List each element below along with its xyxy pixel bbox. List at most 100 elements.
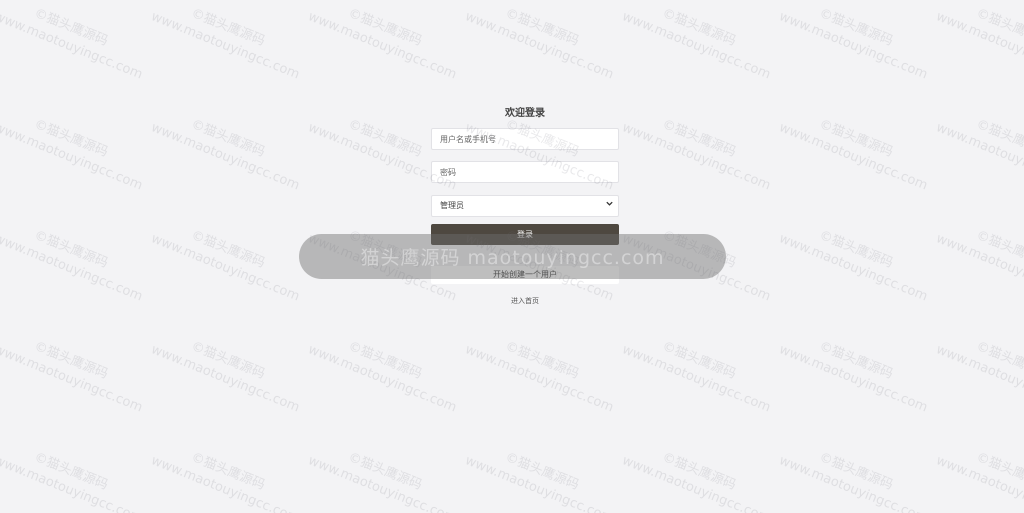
watermark-tile-line: ©猫头鹰源码	[817, 449, 895, 494]
watermark-tile-line: ©猫头鹰源码	[189, 338, 267, 383]
watermark-tile-line: ©猫头鹰源码	[660, 116, 738, 161]
page-title: 欢迎登录	[505, 108, 545, 119]
watermark-tile-line: www.maotouyingcc.com	[0, 120, 145, 194]
login-form: 欢迎登录 管理员 登录 开始创建一个用户 进入首页	[431, 100, 619, 305]
watermark-tile: ©猫头鹰源码www.maotouyingcc.com	[620, 338, 780, 417]
watermark-tile: ©猫头鹰源码www.maotouyingcc.com	[463, 449, 623, 513]
watermark-tile: ©猫头鹰源码www.maotouyingcc.com	[620, 116, 780, 195]
watermark-tile-line: www.maotouyingcc.com	[933, 231, 1024, 305]
watermark-tile: ©猫头鹰源码www.maotouyingcc.com	[149, 5, 309, 84]
watermark-tile-line: www.maotouyingcc.com	[0, 9, 145, 83]
watermark-tile-line: ©猫头鹰源码	[346, 5, 424, 50]
watermark-tile-line: www.maotouyingcc.com	[148, 342, 302, 416]
watermark-tile: ©猫头鹰源码www.maotouyingcc.com	[463, 5, 623, 84]
watermark-tile-line: www.maotouyingcc.com	[776, 453, 930, 513]
watermark-tile-line: ©猫头鹰源码	[660, 338, 738, 383]
watermark-tile: ©猫头鹰源码www.maotouyingcc.com	[463, 338, 623, 417]
watermark-tile: ©猫头鹰源码www.maotouyingcc.com	[934, 338, 1024, 417]
register-link[interactable]: 开始创建一个用户	[431, 266, 619, 284]
watermark-tile-line: www.maotouyingcc.com	[305, 342, 459, 416]
watermark-tile: ©猫头鹰源码www.maotouyingcc.com	[777, 116, 937, 195]
watermark-tile-line: ©猫头鹰源码	[32, 5, 110, 50]
watermark-tile: ©猫头鹰源码www.maotouyingcc.com	[777, 449, 937, 513]
watermark-tile-line: ©猫头鹰源码	[817, 338, 895, 383]
watermark-tile: ©猫头鹰源码www.maotouyingcc.com	[149, 227, 309, 306]
watermark-tile-line: www.maotouyingcc.com	[619, 120, 773, 194]
watermark-tile-line: ©猫头鹰源码	[974, 338, 1024, 383]
watermark-tile: ©猫头鹰源码www.maotouyingcc.com	[934, 449, 1024, 513]
watermark-tile: ©猫头鹰源码www.maotouyingcc.com	[0, 227, 152, 306]
watermark-tile-line: ©猫头鹰源码	[189, 227, 267, 272]
watermark-tile-line: ©猫头鹰源码	[817, 227, 895, 272]
watermark-tile: ©猫头鹰源码www.maotouyingcc.com	[0, 338, 152, 417]
watermark-tile: ©猫头鹰源码www.maotouyingcc.com	[149, 338, 309, 417]
watermark-tile-line: ©猫头鹰源码	[660, 5, 738, 50]
watermark-tile-line: ©猫头鹰源码	[32, 116, 110, 161]
watermark-tile: ©猫头鹰源码www.maotouyingcc.com	[149, 116, 309, 195]
watermark-tile-line: ©猫头鹰源码	[974, 227, 1024, 272]
watermark-tile-line: www.maotouyingcc.com	[776, 120, 930, 194]
watermark-tile: ©猫头鹰源码www.maotouyingcc.com	[620, 227, 780, 306]
watermark-tile-line: www.maotouyingcc.com	[0, 231, 145, 305]
watermark-tile: ©猫头鹰源码www.maotouyingcc.com	[777, 5, 937, 84]
watermark-tile-line: ©猫头鹰源码	[189, 116, 267, 161]
watermark-tile: ©猫头鹰源码www.maotouyingcc.com	[0, 449, 152, 513]
watermark-pattern: ©猫头鹰源码 www.maotouyingcc.com ©猫头鹰源码 www.maot…	[0, 0, 1024, 513]
watermark-tile-line: www.maotouyingcc.com	[933, 342, 1024, 416]
watermark-tile-line: www.maotouyingcc.com	[619, 453, 773, 513]
watermark-tile-line: www.maotouyingcc.com	[776, 231, 930, 305]
watermark-tile: ©猫头鹰源码www.maotouyingcc.com	[620, 5, 780, 84]
watermark-tile: ©猫头鹰源码www.maotouyingcc.com	[934, 5, 1024, 84]
watermark-tile-line: www.maotouyingcc.com	[0, 342, 145, 416]
watermark-tile-line: www.maotouyingcc.com	[776, 342, 930, 416]
watermark-tile: ©猫头鹰源码www.maotouyingcc.com	[306, 338, 466, 417]
watermark-tile-line: ©猫头鹰源码	[974, 5, 1024, 50]
watermark-tile-line: www.maotouyingcc.com	[933, 9, 1024, 83]
watermark-tile: ©猫头鹰源码www.maotouyingcc.com	[777, 338, 937, 417]
watermark-tile-line: www.maotouyingcc.com	[462, 453, 616, 513]
watermark-tile-line: ©猫头鹰源码	[189, 5, 267, 50]
watermark-tile-line: www.maotouyingcc.com	[619, 231, 773, 305]
watermark-tile-line: ©猫头鹰源码	[660, 449, 738, 494]
watermark-tile-line: ©猫头鹰源码	[346, 449, 424, 494]
watermark-tile-line: ©猫头鹰源码	[503, 449, 581, 494]
watermark-tile-line: www.maotouyingcc.com	[619, 342, 773, 416]
home-link[interactable]: 进入首页	[431, 296, 619, 306]
watermark-tile-line: www.maotouyingcc.com	[619, 9, 773, 83]
watermark-tile-line: www.maotouyingcc.com	[305, 9, 459, 83]
watermark-tile-line: www.maotouyingcc.com	[148, 9, 302, 83]
watermark-tile: ©猫头鹰源码www.maotouyingcc.com	[0, 5, 152, 84]
watermark-tile: ©猫头鹰源码www.maotouyingcc.com	[306, 449, 466, 513]
watermark-tile-line: www.maotouyingcc.com	[148, 453, 302, 513]
watermark-tile: ©猫头鹰源码www.maotouyingcc.com	[934, 227, 1024, 306]
login-button[interactable]: 登录	[431, 224, 619, 245]
watermark-tile: ©猫头鹰源码www.maotouyingcc.com	[620, 449, 780, 513]
watermark-tile: ©猫头鹰源码www.maotouyingcc.com	[777, 227, 937, 306]
watermark-tile-line: www.maotouyingcc.com	[148, 120, 302, 194]
password-input[interactable]	[431, 161, 619, 183]
role-select-wrapper: 管理员	[431, 193, 619, 217]
watermark-tile-line: ©猫头鹰源码	[32, 449, 110, 494]
watermark-tile-line: www.maotouyingcc.com	[462, 342, 616, 416]
username-input[interactable]	[431, 128, 619, 150]
watermark-tile: ©猫头鹰源码www.maotouyingcc.com	[934, 116, 1024, 195]
watermark-tile-line: www.maotouyingcc.com	[933, 453, 1024, 513]
watermark-tile-line: ©猫头鹰源码	[503, 338, 581, 383]
watermark-tile: ©猫头鹰源码www.maotouyingcc.com	[306, 5, 466, 84]
watermark-tile-line: www.maotouyingcc.com	[933, 120, 1024, 194]
watermark-tile-line: ©猫头鹰源码	[32, 338, 110, 383]
watermark-tile-line: ©猫头鹰源码	[974, 449, 1024, 494]
watermark-tile-line: www.maotouyingcc.com	[148, 231, 302, 305]
role-select[interactable]: 管理员	[431, 194, 619, 217]
watermark-tile-line: ©猫头鹰源码	[346, 338, 424, 383]
watermark-tile-line: ©猫头鹰源码	[817, 116, 895, 161]
watermark-tile-line: www.maotouyingcc.com	[305, 453, 459, 513]
watermark-tile-line: ©猫头鹰源码	[974, 116, 1024, 161]
watermark-tile-line: ©猫头鹰源码	[32, 227, 110, 272]
watermark-tile-line: ©猫头鹰源码	[817, 5, 895, 50]
watermark-tile-line: www.maotouyingcc.com	[462, 9, 616, 83]
watermark-tile-line: ©猫头鹰源码	[189, 449, 267, 494]
watermark-tile: ©猫头鹰源码www.maotouyingcc.com	[149, 449, 309, 513]
watermark-tile: ©猫头鹰源码www.maotouyingcc.com	[0, 116, 152, 195]
watermark-tile-line: www.maotouyingcc.com	[776, 9, 930, 83]
